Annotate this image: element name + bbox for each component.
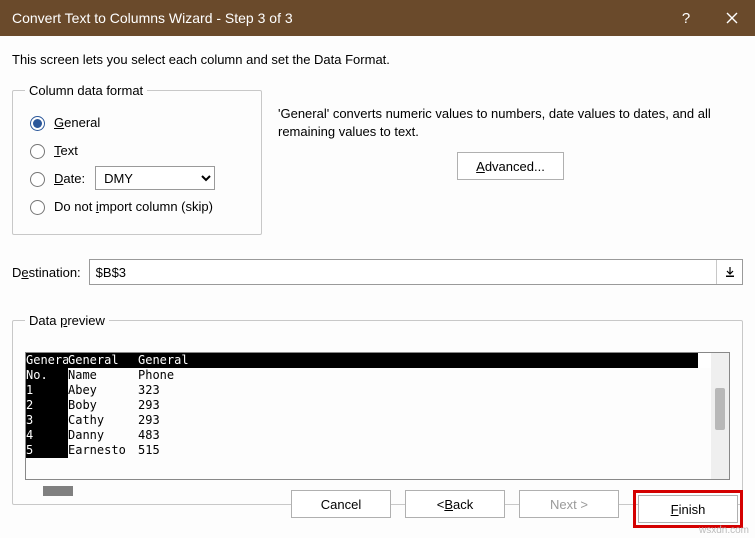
cancel-button[interactable]: Cancel: [291, 490, 391, 518]
preview-vertical-scrollbar[interactable]: [711, 353, 729, 479]
format-note: 'General' converts numeric values to num…: [278, 105, 743, 140]
radio-date[interactable]: [30, 172, 45, 187]
window-title: Convert Text to Columns Wizard - Step 3 …: [12, 10, 663, 26]
next-button: Next >: [519, 490, 619, 518]
destination-label: Destination:: [12, 265, 81, 280]
back-button[interactable]: < Back: [405, 490, 505, 518]
radio-general[interactable]: [30, 116, 45, 131]
radio-text[interactable]: [30, 144, 45, 159]
data-preview[interactable]: GeneraGeneralGeneralNo.NamePhone1Abey323…: [25, 352, 730, 480]
destination-input-wrap: [89, 259, 743, 285]
column-data-format-group: Column data format General Text Date: DM…: [12, 83, 262, 235]
destination-input[interactable]: [90, 260, 716, 284]
finish-button[interactable]: Finish: [638, 495, 738, 523]
wizard-description: This screen lets you select each column …: [12, 52, 743, 67]
finish-highlight: Finish: [633, 490, 743, 528]
close-button[interactable]: [709, 0, 755, 36]
advanced-button[interactable]: Advanced...: [457, 152, 564, 180]
radio-general-label[interactable]: General: [54, 115, 100, 130]
watermark: wsxdn.com: [699, 525, 749, 536]
title-bar: Convert Text to Columns Wizard - Step 3 …: [0, 0, 755, 36]
radio-text-label[interactable]: Text: [54, 143, 78, 158]
help-button[interactable]: ?: [663, 0, 709, 36]
radio-skip-label[interactable]: Do not import column (skip): [54, 199, 213, 214]
radio-date-label[interactable]: Date:: [54, 171, 85, 186]
date-format-select[interactable]: DMY: [95, 166, 215, 190]
close-icon: [726, 12, 738, 24]
data-preview-group: Data preview GeneraGeneralGeneralNo.Name…: [12, 313, 743, 505]
range-picker-button[interactable]: [716, 260, 742, 284]
data-preview-legend: Data preview: [25, 313, 109, 328]
range-picker-icon: [724, 266, 736, 278]
wizard-footer: Cancel < Back Next > Finish: [291, 490, 743, 528]
column-data-format-legend: Column data format: [25, 83, 147, 98]
radio-skip[interactable]: [30, 200, 45, 215]
